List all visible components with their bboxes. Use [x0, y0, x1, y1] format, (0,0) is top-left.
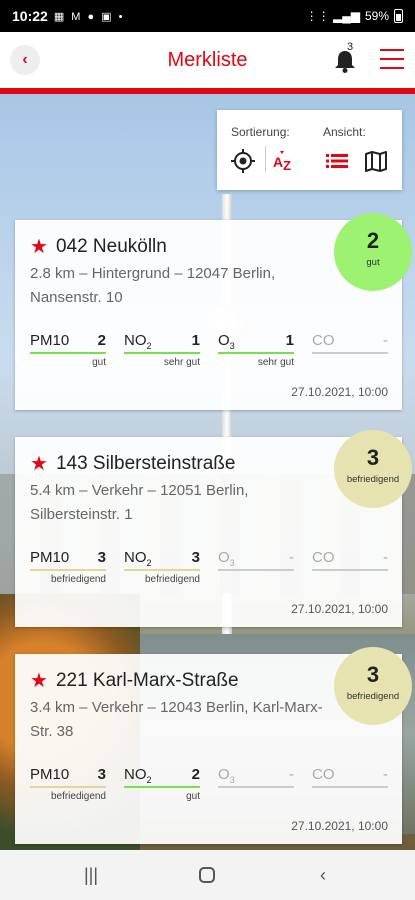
notification-icons: ▦ M ● ▣ •	[53, 10, 125, 23]
metric-label: gut	[92, 357, 106, 368]
measurement-date: 27.10.2021, 10:00	[291, 602, 388, 616]
metric-value: 3	[97, 766, 106, 783]
station-card[interactable]: ★ 042 Neukölln 2.8 km – Hintergrund – 12…	[15, 213, 412, 410]
metric-name: O3	[218, 766, 235, 785]
metric-name: NO2	[124, 549, 152, 568]
metric-value: 3	[97, 549, 106, 566]
badge-label: gut	[366, 257, 380, 268]
metric-name: O3	[218, 549, 235, 568]
station-title: ★ 042 Neukölln	[30, 236, 167, 258]
metric-name: CO	[312, 549, 335, 566]
metric-o3: O3 1 sehr gut	[218, 332, 294, 372]
station-card[interactable]: ★ 221 Karl-Marx-Straße 3.4 km – Verkehr …	[15, 647, 412, 844]
metric-value: 2	[191, 766, 200, 783]
notification-bell-icon[interactable]	[330, 46, 360, 76]
signal-icon: ⋮⋮ ▂▄▆	[305, 9, 360, 23]
metric-o3: O3 -	[218, 549, 294, 589]
metric-o3: O3 -	[218, 766, 294, 806]
metric-label: befriedigend	[144, 574, 200, 585]
metric-label: sehr gut	[163, 357, 200, 368]
metric-co: CO -	[312, 766, 388, 806]
recent-apps-icon[interactable]: |||	[80, 864, 102, 886]
station-title: ★ 143 Silbersteinstraße	[30, 453, 235, 475]
measurement-date: 27.10.2021, 10:00	[291, 385, 388, 399]
air-quality-badge: 3 befriedigend	[334, 430, 412, 508]
metric-no2: NO2 2 gut	[124, 766, 200, 806]
home-icon[interactable]	[196, 864, 218, 886]
station-name: 221 Karl-Marx-Straße	[55, 670, 239, 691]
location-sort-icon[interactable]	[230, 148, 256, 174]
metric-label: befriedigend	[50, 791, 106, 802]
map-view-icon[interactable]	[363, 148, 389, 174]
metric-name: NO2	[124, 766, 152, 785]
air-quality-badge: 2 gut	[334, 213, 412, 291]
metric-label: befriedigend	[50, 574, 106, 585]
star-icon[interactable]: ★	[30, 454, 48, 474]
star-icon[interactable]: ★	[30, 237, 48, 257]
badge-label: befriedigend	[346, 691, 400, 702]
station-card[interactable]: ★ 143 Silbersteinstraße 5.4 km – Verkehr…	[15, 430, 412, 627]
view-label: Ansicht:	[323, 125, 366, 139]
status-time: 10:22	[12, 8, 48, 24]
system-nav-bar: ||| ‹	[0, 850, 415, 900]
metric-co: CO -	[312, 332, 388, 372]
station-subtitle: 5.4 km – Verkehr – 12051 Berlin, Silbers…	[30, 482, 249, 523]
svg-text:Z: Z	[283, 158, 291, 173]
metric-name: PM10	[30, 332, 70, 349]
metric-name: NO2	[124, 332, 152, 351]
metric-no2: NO2 3 befriedigend	[124, 549, 200, 589]
station-name: 042 Neukölln	[55, 236, 167, 257]
metric-value: -	[383, 549, 388, 566]
svg-text:A: A	[273, 154, 283, 170]
metric-pm10: PM10 2 gut	[30, 332, 106, 372]
station-subtitle: 2.8 km – Hintergrund – 12047 Berlin, Nan…	[30, 265, 276, 306]
metric-value: -	[383, 332, 388, 349]
back-nav-icon[interactable]: ‹	[312, 864, 334, 886]
badge-label: befriedigend	[346, 474, 400, 485]
metric-pm10: PM10 3 befriedigend	[30, 549, 106, 589]
metric-no2: NO2 1 sehr gut	[124, 332, 200, 372]
metric-name: CO	[312, 332, 335, 349]
metric-name: PM10	[30, 549, 70, 566]
metric-co: CO -	[312, 549, 388, 589]
air-quality-badge: 3 befriedigend	[334, 647, 412, 725]
list-view-icon[interactable]	[324, 148, 350, 174]
battery-icon	[394, 9, 403, 23]
station-title: ★ 221 Karl-Marx-Straße	[30, 670, 239, 692]
metric-value: 2	[97, 332, 106, 349]
star-icon[interactable]: ★	[30, 671, 48, 691]
metric-value: 3	[191, 549, 200, 566]
metric-name: O3	[218, 332, 235, 351]
metric-name: PM10	[30, 766, 70, 783]
app-header: ‹ Merkliste 3	[0, 32, 415, 88]
sort-label: Sortierung:	[231, 125, 290, 139]
metric-value: -	[289, 549, 294, 566]
station-name: 143 Silbersteinstraße	[55, 453, 236, 474]
battery-percent: 59%	[364, 9, 389, 23]
menu-button[interactable]	[380, 49, 404, 71]
metric-name: CO	[312, 766, 335, 783]
metric-value: 1	[191, 332, 200, 349]
status-bar: 10:22 ▦ M ● ▣ • ⋮⋮ ▂▄▆ 59%	[0, 0, 415, 32]
sort-view-panel: Sortierung: Ansicht: A Z	[217, 110, 402, 190]
metric-label: sehr gut	[257, 357, 294, 368]
badge-value: 3	[366, 445, 380, 470]
metric-value: -	[383, 766, 388, 783]
badge-value: 2	[366, 228, 380, 253]
metric-pm10: PM10 3 befriedigend	[30, 766, 106, 806]
badge-value: 3	[366, 662, 380, 687]
station-subtitle: 3.4 km – Verkehr – 12043 Berlin, Karl-Ma…	[30, 699, 323, 740]
notification-count: 3	[347, 41, 354, 53]
alphabetical-sort-icon[interactable]: A Z	[271, 148, 297, 174]
sort-divider	[265, 146, 266, 172]
metric-label: gut	[186, 791, 200, 802]
metric-value: 1	[285, 332, 294, 349]
metric-value: -	[289, 766, 294, 783]
measurement-date: 27.10.2021, 10:00	[291, 819, 388, 833]
